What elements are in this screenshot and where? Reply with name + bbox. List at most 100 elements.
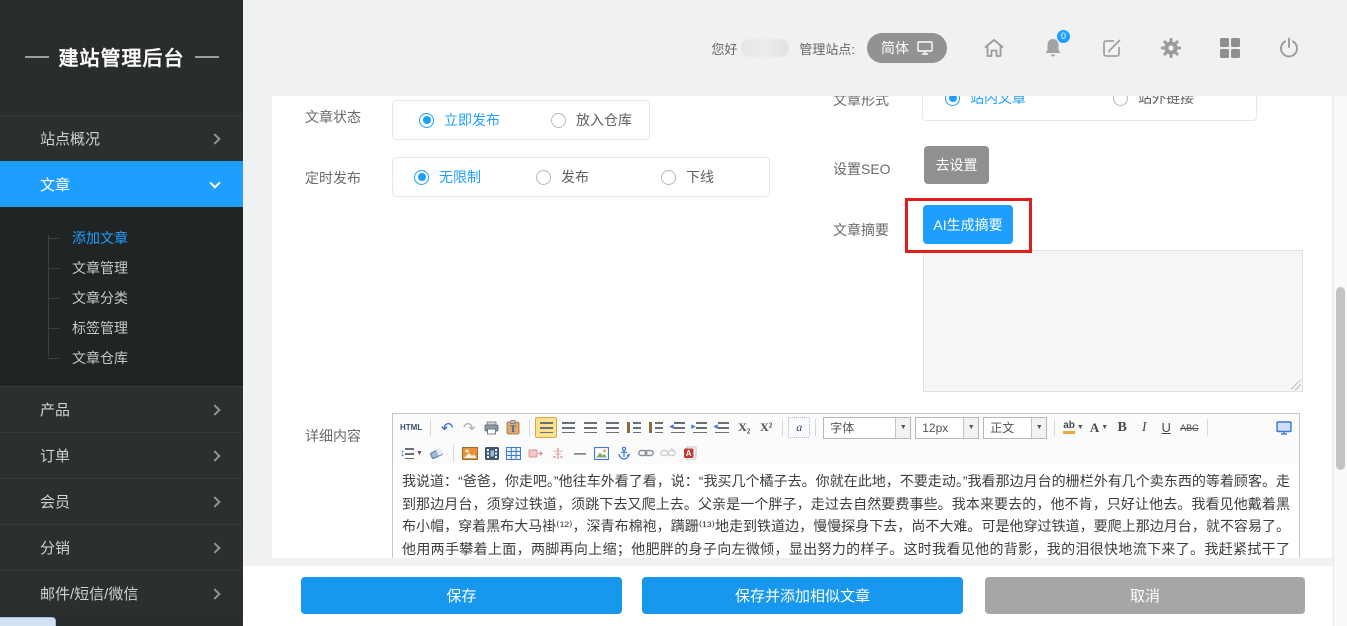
sidebar-item-distribution[interactable]: 分销 [0, 524, 243, 570]
line-height-button[interactable]: ↕ ▼ [397, 443, 426, 464]
radio-unselected-icon [551, 113, 566, 128]
paste-icon: T [506, 420, 520, 435]
submenu-item-article-category[interactable]: 文章分类 [0, 283, 243, 313]
sidebar-item-orders[interactable]: 订单 [0, 432, 243, 478]
page-break-icon [528, 447, 543, 460]
print-button[interactable] [480, 417, 502, 438]
ordered-list-button[interactable] [623, 417, 645, 438]
page-scrollbar-track[interactable] [1333, 96, 1347, 626]
sidebar-item-site-overview[interactable]: 站点概况 [0, 115, 243, 161]
fullscreen-button[interactable] [1273, 417, 1295, 438]
align-center-button[interactable] [557, 417, 579, 438]
remove-format-button[interactable] [426, 443, 448, 464]
browser-status-tooltip [0, 617, 56, 626]
font-family-select[interactable]: 字体 ▼ [823, 417, 911, 439]
save-and-add-similar-button[interactable]: 保存并添加相似文章 [642, 577, 963, 614]
caret-down-icon: ▼ [1101, 424, 1108, 431]
textarea-resize-handle[interactable] [1291, 380, 1301, 390]
sidebar-item-products[interactable]: 产品 [0, 386, 243, 432]
logo-dash-right [195, 56, 219, 58]
home-button[interactable] [981, 35, 1007, 61]
submenu-item-article-warehouse[interactable]: 文章仓库 [0, 343, 243, 373]
chevron-right-icon [209, 133, 220, 144]
seo-label: 设置SEO [833, 159, 891, 179]
editor-toolbar-row2: ↕ ▼ [393, 441, 1299, 465]
highlight-color-button[interactable]: ab ▼ [1060, 417, 1087, 438]
sidebar-item-label: 产品 [40, 399, 211, 420]
radio-selected-icon [414, 170, 429, 185]
editor-content[interactable]: 我说道：“爸爸，你走吧。”他往车外看了看，说：“我买几个橘子去。你就在此地，不要… [393, 465, 1299, 558]
submenu-item-article-manage[interactable]: 文章管理 [0, 253, 243, 283]
radio-to-warehouse[interactable]: 放入仓库 [551, 110, 632, 130]
cancel-button[interactable]: 取消 [985, 577, 1305, 614]
paste-text-button[interactable]: T [502, 417, 524, 438]
seo-settings-button[interactable]: 去设置 [924, 146, 989, 184]
radio-publish-time[interactable]: 发布 [536, 167, 589, 187]
first-line-indent-button[interactable] [667, 417, 689, 438]
language-preview-button[interactable]: 简体 [867, 33, 947, 63]
sidebar-item-articles[interactable]: 文章 [0, 161, 243, 207]
table-icon [506, 447, 521, 460]
radio-no-limit[interactable]: 无限制 [414, 167, 481, 187]
image-map-button[interactable] [591, 443, 613, 464]
sidebar-item-mail-sms-wechat[interactable]: 邮件/短信/微信 [0, 570, 243, 616]
fullscreen-icon [1276, 421, 1292, 435]
align-left-icon [540, 422, 553, 433]
unordered-list-button[interactable] [645, 417, 667, 438]
split-section-button[interactable] [547, 443, 569, 464]
notifications-button[interactable]: 0 [1040, 35, 1066, 61]
chevron-right-icon [209, 588, 220, 599]
save-button[interactable]: 保存 [301, 577, 622, 614]
subscript-button[interactable]: X₂ [733, 417, 755, 438]
indent-increase-button[interactable] [689, 417, 711, 438]
ordered-list-icon [627, 422, 641, 433]
split-section-icon [551, 447, 565, 460]
undo-button[interactable]: ↶ [436, 417, 458, 438]
article-type-group: 站内文章 站外链接 [922, 96, 1257, 121]
align-justify-button[interactable] [601, 417, 623, 438]
submenu-item-tag-manage[interactable]: 标签管理 [0, 313, 243, 343]
radio-label: 放入仓库 [576, 110, 632, 130]
underline-button[interactable]: U [1155, 417, 1177, 438]
horizontal-rule-button[interactable]: — [569, 443, 591, 464]
align-left-button[interactable] [535, 417, 557, 438]
radio-offline-time[interactable]: 下线 [661, 167, 714, 187]
radio-external-link[interactable]: 站外链接 [1113, 96, 1194, 108]
radio-internal-article[interactable]: 站内文章 [945, 96, 1026, 108]
html-source-button[interactable]: HTML [397, 417, 425, 438]
align-right-icon [584, 422, 597, 433]
sidebar-item-members[interactable]: 会员 [0, 478, 243, 524]
redo-button[interactable]: ↷ [458, 417, 480, 438]
insert-video-button[interactable] [481, 443, 503, 464]
summary-textarea[interactable] [923, 250, 1303, 392]
insert-image-button[interactable] [459, 443, 481, 464]
settings-button[interactable] [1158, 35, 1184, 61]
indent-decrease-button[interactable] [711, 417, 733, 438]
apps-button[interactable] [1217, 35, 1243, 61]
page-break-button[interactable] [525, 443, 547, 464]
radio-publish-now[interactable]: 立即发布 [419, 110, 500, 130]
home-icon [982, 36, 1006, 60]
font-color-button[interactable]: A ▼ [1087, 417, 1111, 438]
insert-table-button[interactable] [503, 443, 525, 464]
italic-button[interactable]: I [1133, 417, 1155, 438]
ai-generate-summary-button[interactable]: AI生成摘要 [923, 205, 1013, 244]
font-size-select[interactable]: 12px ▼ [915, 417, 979, 439]
remove-link-button[interactable] [657, 443, 679, 464]
special-char-button[interactable]: a [788, 417, 810, 438]
strikethrough-button[interactable]: ABC [1177, 417, 1202, 438]
logout-button[interactable] [1276, 35, 1302, 61]
import-word-button[interactable]: A [679, 443, 701, 464]
edit-site-button[interactable] [1099, 35, 1125, 61]
insert-link-button[interactable] [635, 443, 657, 464]
select-arrow-icon: ▼ [1031, 418, 1046, 438]
superscript-button[interactable]: X² [755, 417, 777, 438]
submenu-item-add-article[interactable]: 添加文章 [0, 223, 243, 253]
anchor-button[interactable] [613, 443, 635, 464]
align-right-button[interactable] [579, 417, 601, 438]
page-scrollbar-thumb[interactable] [1336, 287, 1345, 470]
paragraph-format-select[interactable]: 正文 ▼ [983, 417, 1047, 439]
bold-button[interactable]: B [1111, 417, 1133, 438]
select-arrow-icon: ▼ [963, 418, 978, 438]
caret-down-icon: ▼ [416, 450, 423, 457]
